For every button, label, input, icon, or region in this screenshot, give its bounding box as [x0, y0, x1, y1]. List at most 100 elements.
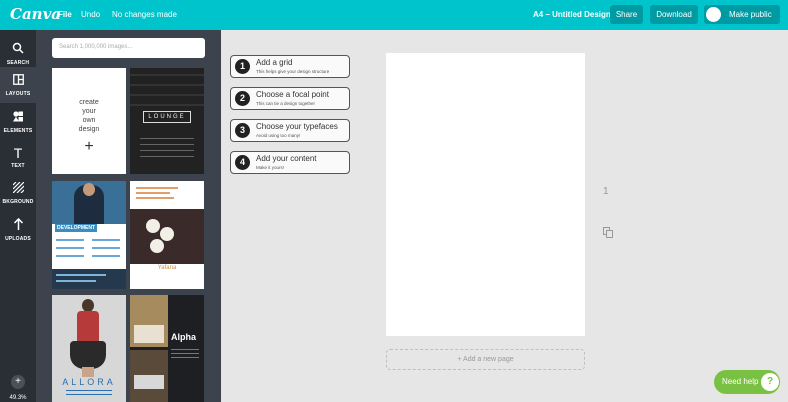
hint-number: 2 [235, 91, 250, 106]
nav-background[interactable]: BKGROUND [0, 175, 36, 211]
hint-subtitle: Make it yours! [256, 165, 285, 170]
nav-label: LAYOUTS [5, 91, 31, 97]
nav-search[interactable]: SEARCH [0, 35, 36, 71]
nav-layouts[interactable]: LAYOUTS [0, 67, 36, 103]
template-photo [134, 375, 164, 389]
create-own-design-label: create your own design [52, 98, 126, 134]
flower [146, 219, 160, 233]
template-title: ALLORA [62, 377, 116, 387]
nav-label: ELEMENTS [3, 128, 33, 134]
hint-number: 3 [235, 123, 250, 138]
top-bar: Canva File Undo No changes made A4 – Unt… [0, 0, 788, 30]
hint-number: 4 [235, 155, 250, 170]
document-title[interactable]: A4 – Untitled Design [533, 10, 611, 19]
help-label: Need help [722, 377, 759, 386]
text-line [140, 156, 194, 157]
text-line [66, 390, 112, 391]
download-button[interactable]: Download [650, 5, 698, 24]
texture-stripe [130, 104, 204, 106]
image-search-input[interactable]: Search 1,000,000 images... [52, 38, 205, 58]
text-line [56, 280, 96, 282]
texture-stripe [130, 84, 204, 86]
template-development[interactable]: DEVELOPMENT [52, 181, 126, 289]
hint-card[interactable]: 2 Choose a focal point This can tie a de… [230, 87, 350, 110]
flower [150, 239, 164, 253]
template-photo [134, 325, 164, 343]
share-button[interactable]: Share [610, 5, 643, 24]
search-icon [0, 42, 36, 57]
save-status: No changes made [112, 10, 177, 19]
create-own-design-line: your [82, 108, 96, 115]
file-menu[interactable]: File [58, 10, 72, 19]
text-line [56, 247, 84, 249]
nav-label: BKGROUND [2, 199, 34, 205]
hint-subtitle: Avoid using too many! [256, 133, 301, 138]
hint-card[interactable]: 3 Choose your typefaces Avoid using too … [230, 119, 350, 142]
template-title: Alpha [171, 332, 197, 342]
texture-stripe [130, 74, 204, 76]
skirt [70, 341, 106, 369]
duplicate-page-icon[interactable] [603, 225, 613, 238]
create-own-design-line: own [82, 117, 96, 124]
text-line [136, 192, 170, 194]
question-icon: ? [761, 373, 779, 391]
left-sidebar: SEARCH LAYOUTS ELEMENTS T TEXT BKGROUND … [0, 30, 36, 402]
legs [82, 367, 94, 377]
hint-subtitle: This helps give your design structure [256, 69, 330, 74]
create-own-design-tile[interactable]: create your own design + [52, 68, 126, 174]
layouts-panel: Search 1,000,000 images... create your own… [36, 30, 221, 402]
canva-logo[interactable]: Canva [10, 5, 61, 23]
nav-label: TEXT [11, 163, 25, 169]
text-line [171, 353, 199, 354]
hint-title: Add your content [256, 154, 317, 163]
hint-number: 1 [235, 59, 250, 74]
template-yafana[interactable]: Yafana [130, 181, 204, 289]
text-line [171, 357, 199, 358]
nav-label: UPLOADS [5, 236, 31, 242]
person-head [83, 183, 95, 196]
text-line [56, 274, 106, 276]
hint-card[interactable]: 4 Add your content Make it yours! [230, 151, 350, 174]
uploads-icon [0, 217, 36, 233]
template-title: Yafana [157, 265, 177, 271]
zoom-in-button[interactable]: + [11, 375, 25, 389]
text-icon: T [13, 145, 23, 161]
zoom-level: 49.3% [9, 395, 27, 401]
plus-icon: + [84, 138, 94, 155]
text-line [140, 144, 194, 145]
flower [160, 227, 174, 241]
text-line [136, 187, 178, 189]
template-lounge[interactable]: LOUNGE [130, 68, 204, 174]
design-page[interactable] [386, 53, 585, 336]
text-line [140, 138, 194, 139]
create-own-design-line: design [78, 126, 100, 133]
text-line [66, 394, 112, 395]
create-own-design-line: create [79, 99, 99, 106]
page-number: 1 [603, 186, 609, 197]
nav-label: SEARCH [6, 60, 30, 66]
undo-button[interactable]: Undo [81, 10, 100, 19]
template-title: LOUNGE [143, 111, 191, 123]
help-button[interactable]: Need help ? [714, 370, 780, 394]
text-line [56, 255, 84, 257]
nav-uploads[interactable]: UPLOADS [0, 211, 36, 247]
template-alpha[interactable]: Alpha [130, 295, 204, 402]
person-figure [77, 311, 99, 341]
hint-title: Add a grid [256, 58, 293, 67]
template-footer [52, 269, 126, 289]
add-page-button[interactable]: + Add a new page [386, 349, 585, 370]
text-line [92, 239, 120, 241]
hint-title: Choose a focal point [256, 90, 329, 99]
text-line [92, 255, 120, 257]
nav-elements[interactable]: ELEMENTS [0, 103, 36, 139]
toggle-knob [706, 7, 721, 22]
template-allora[interactable]: ALLORA [52, 295, 126, 402]
nav-text[interactable]: T TEXT [0, 139, 36, 175]
template-title: DEVELOPMENT [55, 224, 98, 232]
texture-stripe [130, 94, 204, 96]
hint-card[interactable]: 1 Add a grid This helps give your design… [230, 55, 350, 78]
elements-icon [0, 110, 36, 125]
layouts-icon [0, 74, 36, 88]
make-public-toggle[interactable]: Make public [704, 5, 780, 24]
hint-subtitle: This can tie a design together [256, 101, 316, 106]
